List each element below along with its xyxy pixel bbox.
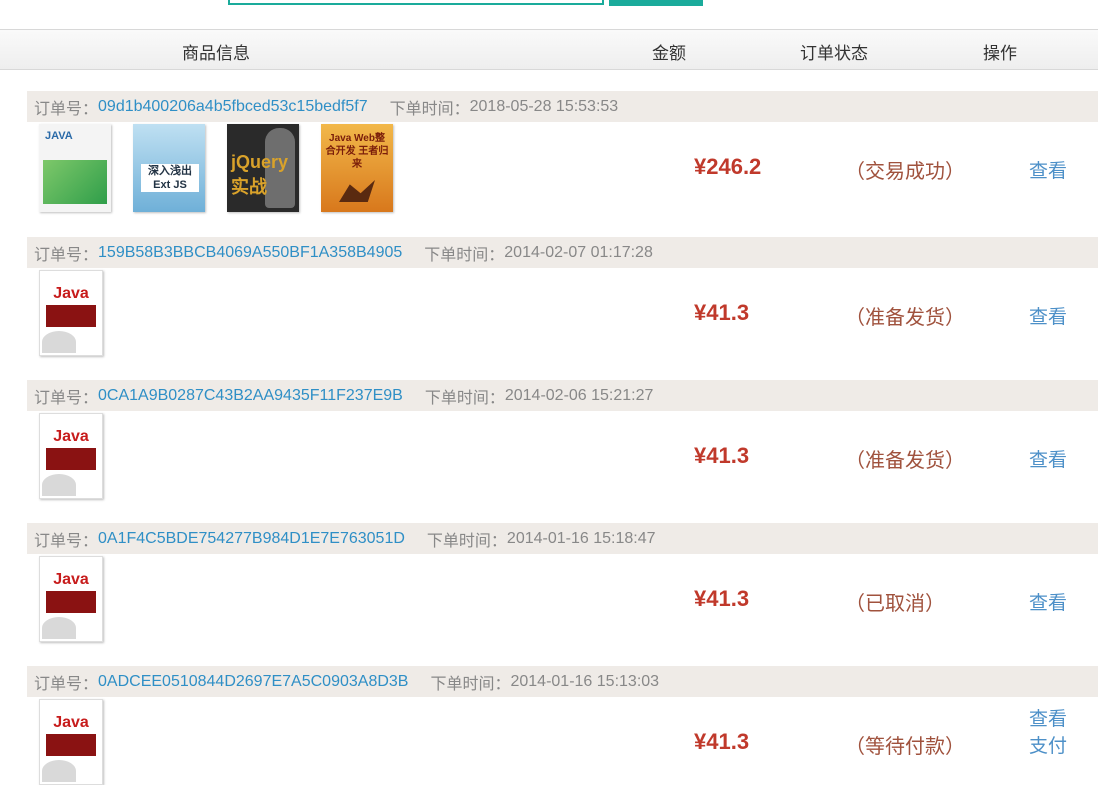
- order-no-label: 订单号：: [34, 532, 99, 550]
- order-amount: ¥41.3: [694, 586, 750, 611]
- order-status: （准备发货）: [845, 450, 965, 472]
- order-row: 订单号： 0CA1A9B0287C43B2AA9435F11F237E9B 下单…: [27, 380, 1098, 515]
- order-no-label: 订单号：: [34, 100, 99, 118]
- order-info-bar: 订单号： 09d1b400206a4b5fbced53c15bedf5f7 下单…: [27, 91, 1098, 122]
- order-amount: ¥246.2: [694, 154, 762, 179]
- search-input[interactable]: [228, 0, 604, 5]
- header-amount: 金额: [652, 44, 686, 63]
- pay-order-link[interactable]: 支付: [1029, 731, 1067, 758]
- order-amount: ¥41.3: [694, 443, 750, 468]
- order-no[interactable]: 0A1F4C5BDE754277B984D1E7E763051D: [98, 530, 405, 548]
- view-order-link[interactable]: 查看: [1029, 588, 1067, 615]
- table-header: 商品信息 金额 订单状态 操作: [0, 29, 1098, 70]
- order-time-label: 下单时间：: [426, 532, 507, 550]
- header-action: 操作: [983, 44, 1017, 63]
- view-order-link[interactable]: 查看: [1029, 445, 1067, 472]
- order-row: 订单号： 0A1F4C5BDE754277B984D1E7E763051D 下单…: [27, 523, 1098, 658]
- order-row: 订单号： 0ADCEE0510844D2697E7A5C0903A8D3B 下单…: [27, 666, 1098, 785]
- book-cover-java-entry[interactable]: Java: [39, 270, 103, 356]
- order-no[interactable]: 0CA1A9B0287C43B2AA9435F11F237E9B: [98, 387, 403, 405]
- order-amount: ¥41.3: [694, 729, 750, 754]
- order-status: （准备发货）: [845, 307, 965, 329]
- order-row: 订单号： 159B58B3BBCB4069A550BF1A358B4905 下单…: [27, 237, 1098, 372]
- order-time: 2018-05-28 15:53:53: [469, 97, 619, 115]
- search-button[interactable]: [609, 0, 703, 6]
- order-no-label: 订单号：: [34, 389, 99, 407]
- order-time: 2014-02-07 01:17:28: [504, 243, 653, 261]
- book-cover-jquery[interactable]: jQuery 实战: [227, 124, 299, 212]
- order-status: （已取消）: [845, 593, 945, 615]
- order-time: 2014-01-16 15:13:03: [510, 672, 660, 690]
- order-time-label: 下单时间：: [424, 246, 505, 264]
- view-order-link[interactable]: 查看: [1029, 156, 1067, 183]
- order-info-bar: 订单号： 0A1F4C5BDE754277B984D1E7E763051D 下单…: [27, 523, 1098, 554]
- order-time: 2014-01-16 15:18:47: [506, 529, 656, 547]
- order-no[interactable]: 159B58B3BBCB4069A550BF1A358B4905: [98, 244, 402, 262]
- book-cover-javaweb[interactable]: Java Web整合开发 王者归来: [321, 124, 393, 212]
- book-cover-java[interactable]: JAVA: [39, 124, 111, 212]
- order-amount: ¥41.3: [694, 300, 750, 325]
- order-no-label: 订单号：: [34, 246, 99, 264]
- order-info-bar: 订单号： 0ADCEE0510844D2697E7A5C0903A8D3B 下单…: [27, 666, 1098, 697]
- order-time: 2014-02-06 15:21:27: [504, 386, 654, 404]
- book-cover-extjs[interactable]: 深入浅出 Ext JS: [133, 124, 205, 212]
- order-no[interactable]: 09d1b400206a4b5fbced53c15bedf5f7: [98, 98, 368, 116]
- order-row: 订单号： 09d1b400206a4b5fbced53c15bedf5f7 下单…: [27, 91, 1098, 226]
- book-cover-java-entry[interactable]: Java: [39, 556, 103, 642]
- header-status: 订单状态: [800, 44, 868, 63]
- order-time-label: 下单时间：: [424, 389, 505, 407]
- order-info-bar: 订单号： 159B58B3BBCB4069A550BF1A358B4905 下单…: [27, 237, 1098, 268]
- order-no[interactable]: 0ADCEE0510844D2697E7A5C0903A8D3B: [98, 673, 408, 691]
- order-status: （交易成功）: [845, 161, 965, 183]
- header-goods: 商品信息: [182, 44, 250, 63]
- book-cover-java-entry[interactable]: Java: [39, 699, 103, 785]
- order-time-label: 下单时间：: [389, 100, 470, 118]
- order-time-label: 下单时间：: [430, 675, 511, 693]
- order-info-bar: 订单号： 0CA1A9B0287C43B2AA9435F11F237E9B 下单…: [27, 380, 1098, 411]
- book-cover-java-entry[interactable]: Java: [39, 413, 103, 499]
- view-order-link[interactable]: 查看: [1029, 302, 1067, 329]
- view-order-link[interactable]: 查看: [1029, 704, 1067, 731]
- order-no-label: 订单号：: [34, 675, 99, 693]
- order-status: （等待付款）: [845, 736, 965, 758]
